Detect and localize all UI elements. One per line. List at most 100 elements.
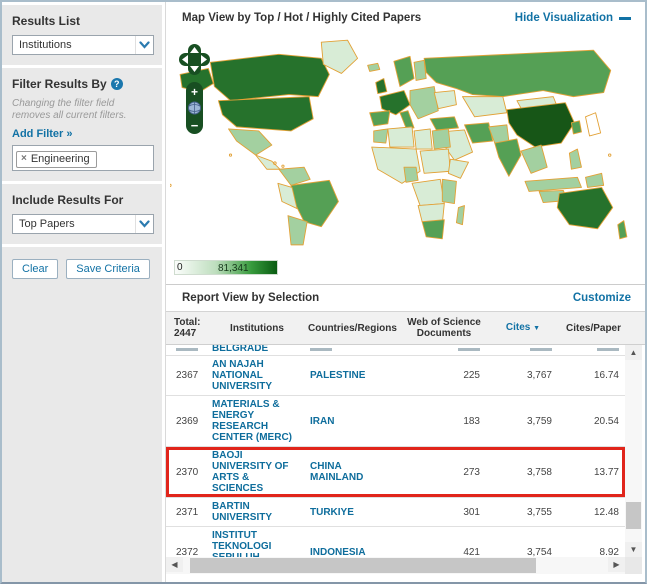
horizontal-scroll-track[interactable] [183, 557, 608, 574]
clipped-text [310, 348, 332, 351]
map-legend: 0 81,341 [166, 252, 645, 284]
zoom-in-button[interactable]: + [191, 85, 198, 99]
scroll-up-button[interactable]: ▲ [625, 345, 642, 360]
table-row[interactable]: 2372 INSTITUT TEKNOLOGI SEPULUH NOPEMBER I… [166, 527, 625, 557]
documents-value: 225 [463, 370, 480, 381]
map-navigation-controls[interactable]: + − [176, 42, 214, 142]
results-list-panel: Results List Institutions [2, 5, 162, 65]
rank-value: 2372 [176, 547, 198, 558]
country-link[interactable]: PALESTINE [310, 370, 365, 381]
institution-link[interactable]: BELGRADE [212, 345, 268, 354]
results-list-label: Results List [12, 14, 154, 28]
clipped-text [176, 348, 198, 351]
pan-control [179, 44, 210, 75]
rank-value: 2370 [176, 467, 198, 478]
column-header-countries: Countries/Regions [306, 323, 404, 334]
remove-filter-icon[interactable]: × [21, 153, 27, 164]
country-link[interactable]: CHINA MAINLAND [310, 461, 363, 483]
country-link[interactable]: TURKIYE [310, 507, 354, 518]
filter-tag-engineering[interactable]: × Engineering [16, 151, 97, 168]
cites-value: 3,754 [527, 547, 552, 558]
vertical-scroll-thumb[interactable] [626, 502, 641, 529]
cites-value: 3,758 [527, 467, 552, 478]
documents-value: 301 [463, 507, 480, 518]
add-filter-link[interactable]: Add Filter » [12, 128, 154, 140]
include-results-select[interactable]: Top Papers [12, 214, 154, 234]
cites-per-paper-value: 16.74 [594, 370, 619, 381]
documents-value: 273 [463, 467, 480, 478]
vertical-scroll-track[interactable] [625, 360, 642, 542]
filter-tags-box[interactable]: × Engineering [12, 145, 154, 171]
table-row[interactable]: 2369MATERIALS & ENERGY RESEARCH CENTER (… [166, 396, 625, 447]
scroll-down-button[interactable]: ▼ [625, 542, 642, 557]
column-header-institutions: Institutions [208, 323, 306, 334]
table-header-row: Total: 2447 Institutions Countries/Regio… [166, 311, 645, 345]
include-results-label: Include Results For [12, 193, 154, 207]
country-link[interactable]: IRAN [310, 416, 334, 427]
table-row-partial[interactable]: BELGRADE [166, 345, 625, 356]
institution-link[interactable]: MATERIALS & ENERGY RESEARCH CENTER (MERC… [212, 399, 292, 443]
institution-link[interactable]: BAOJI UNIVERSITY OF ARTS & SCIENCES [212, 450, 289, 494]
results-list-select[interactable]: Institutions [12, 35, 154, 55]
main-content: Map View by Top / Hot / Highly Cited Pap… [165, 2, 645, 582]
help-icon[interactable]: ? [111, 78, 123, 90]
minimize-icon [619, 17, 631, 20]
table-viewport: BELGRADE 2367 AN NAJAH NATIONAL UNIVERSIT… [166, 345, 645, 557]
scroll-right-button[interactable]: ▶ [608, 557, 625, 572]
column-header-cites-per-paper[interactable]: Cites/Paper [562, 323, 625, 334]
legend-min-value: 0 [177, 262, 183, 273]
scrollbar-corner [625, 557, 642, 574]
cites-per-paper-value: 8.92 [600, 547, 619, 558]
include-results-selected-value: Top Papers [19, 218, 75, 230]
institution-link[interactable]: BARTIN UNIVERSITY [212, 501, 272, 523]
horizontal-scrollbar-row: ◀ ▶ [166, 557, 645, 574]
table-row[interactable]: 2371 BARTIN UNIVERSITY TURKIYE 301 3,755 12.4… [166, 498, 625, 527]
scroll-left-button[interactable]: ◀ [166, 557, 183, 572]
rank-value: 2371 [176, 507, 198, 518]
table-row-highlighted[interactable]: 2370 BAOJI UNIVERSITY OF ARTS & SCIENCES C… [166, 447, 625, 498]
table-row[interactable]: 2367 AN NAJAH NATIONAL UNIVERSITY PALESTIN… [166, 356, 625, 396]
hide-visualization-link[interactable]: Hide Visualization [515, 12, 631, 24]
filter-label: Filter Results By? [12, 77, 154, 91]
filter-note: Changing the filter field removes all cu… [12, 98, 154, 122]
sort-descending-icon: ▼ [533, 325, 540, 332]
chevron-down-icon [135, 215, 153, 233]
cites-per-paper-value: 20.54 [594, 416, 619, 427]
zoom-control: + − [186, 82, 203, 134]
customize-link[interactable]: Customize [573, 292, 631, 304]
report-header: Report View by Selection Customize [166, 284, 645, 311]
esi-window: Results List Institutions Filter Results… [0, 0, 647, 584]
cites-value: 3,767 [527, 370, 552, 381]
country-link[interactable]: INDONESIA [310, 547, 366, 558]
cites-value: 3,759 [527, 416, 552, 427]
sidebar: Results List Institutions Filter Results… [2, 2, 165, 582]
horizontal-scrollbar[interactable]: ◀ ▶ [166, 557, 625, 574]
include-results-panel: Include Results For Top Papers [2, 184, 162, 244]
clear-button[interactable]: Clear [12, 259, 58, 279]
cites-per-paper-value: 12.48 [594, 507, 619, 518]
total-count-header: Total: 2447 [166, 317, 208, 339]
vertical-scrollbar[interactable]: ▲ ▼ [625, 345, 642, 557]
horizontal-scroll-thumb[interactable] [190, 558, 536, 573]
world-choropleth-map[interactable] [170, 34, 644, 248]
cites-value: 3,755 [527, 507, 552, 518]
report-view-title: Report View by Selection [182, 292, 319, 304]
legend-max-value: 81,341 [218, 263, 249, 274]
zoom-out-button[interactable]: − [191, 118, 199, 133]
column-header-documents[interactable]: Web of Science Documents [404, 317, 484, 339]
cites-per-paper-value: 13.77 [594, 467, 619, 478]
documents-value: 183 [463, 416, 480, 427]
table-body: BELGRADE 2367 AN NAJAH NATIONAL UNIVERSIT… [166, 345, 625, 557]
documents-value: 421 [463, 547, 480, 558]
filter-panel: Filter Results By? Changing the filter f… [2, 68, 162, 181]
institution-link[interactable]: INSTITUT TEKNOLOGI SEPULUH NOPEMBER [212, 530, 271, 557]
clipped-text [530, 348, 552, 351]
institution-link[interactable]: AN NAJAH NATIONAL UNIVERSITY [212, 359, 272, 392]
column-header-cites[interactable]: Cites ▼ [484, 322, 562, 334]
results-list-selected-value: Institutions [19, 39, 72, 51]
clipped-text [458, 348, 480, 351]
save-criteria-button[interactable]: Save Criteria [66, 259, 150, 279]
rank-value: 2367 [176, 370, 198, 381]
map-header: Map View by Top / Hot / Highly Cited Pap… [166, 2, 645, 34]
world-map-region[interactable]: + − [166, 34, 645, 252]
